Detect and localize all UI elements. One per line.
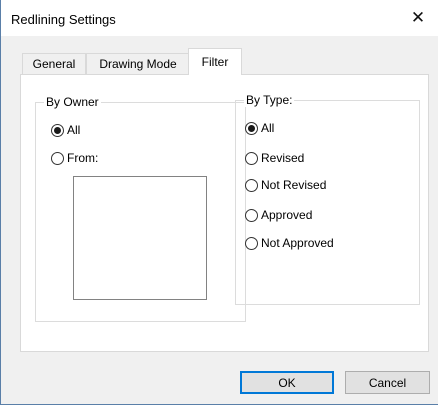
radio-selected-icon xyxy=(245,121,258,135)
dialog-window: Redlining Settings ✕ General Drawing Mod… xyxy=(0,0,438,405)
filter-tab-panel: By Owner All From: By Type: All Revised xyxy=(20,74,429,352)
type-revised-label: Revised xyxy=(261,151,305,165)
radio-unselected-icon xyxy=(245,236,258,250)
tab-filter-label: Filter xyxy=(201,55,229,69)
by-owner-group: By Owner All From: xyxy=(35,95,246,322)
type-not-approved-label: Not Approved xyxy=(261,236,334,250)
type-approved-radio[interactable]: Approved xyxy=(245,208,312,222)
by-type-legend: By Type: xyxy=(244,93,295,107)
by-owner-legend: By Owner xyxy=(44,95,101,109)
owner-from-label: From: xyxy=(67,151,99,165)
type-all-radio[interactable]: All xyxy=(245,121,274,135)
cancel-button[interactable]: Cancel xyxy=(345,371,430,394)
title-bar: Redlining Settings ✕ xyxy=(1,0,438,36)
by-type-group: By Type: All Revised Not Revised Approve… xyxy=(235,93,420,305)
radio-unselected-icon xyxy=(245,151,258,165)
close-icon: ✕ xyxy=(410,8,426,27)
type-not-revised-label: Not Revised xyxy=(261,178,327,192)
tab-drawing-mode-label: Drawing Mode xyxy=(99,57,177,71)
radio-unselected-icon xyxy=(245,178,258,192)
cancel-button-label: Cancel xyxy=(368,375,407,390)
type-not-revised-radio[interactable]: Not Revised xyxy=(245,178,326,192)
type-not-approved-radio[interactable]: Not Approved xyxy=(245,236,334,250)
tab-drawing-mode[interactable]: Drawing Mode xyxy=(86,53,190,74)
radio-selected-icon xyxy=(51,123,64,137)
owner-all-label: All xyxy=(67,123,81,137)
type-approved-label: Approved xyxy=(261,208,313,222)
type-revised-radio[interactable]: Revised xyxy=(245,151,304,165)
ok-button-label: OK xyxy=(278,375,296,390)
tab-general-label: General xyxy=(32,57,76,71)
owner-list[interactable] xyxy=(73,176,207,300)
owner-from-radio[interactable]: From: xyxy=(51,151,98,165)
window-title: Redlining Settings xyxy=(11,12,116,27)
radio-unselected-icon xyxy=(245,208,258,222)
close-button[interactable]: ✕ xyxy=(398,0,438,36)
ok-button[interactable]: OK xyxy=(240,371,334,394)
tab-filter[interactable]: Filter xyxy=(188,48,242,75)
tab-general[interactable]: General xyxy=(22,53,86,74)
type-all-label: All xyxy=(261,121,275,135)
radio-unselected-icon xyxy=(51,151,64,165)
owner-all-radio[interactable]: All xyxy=(51,123,80,137)
